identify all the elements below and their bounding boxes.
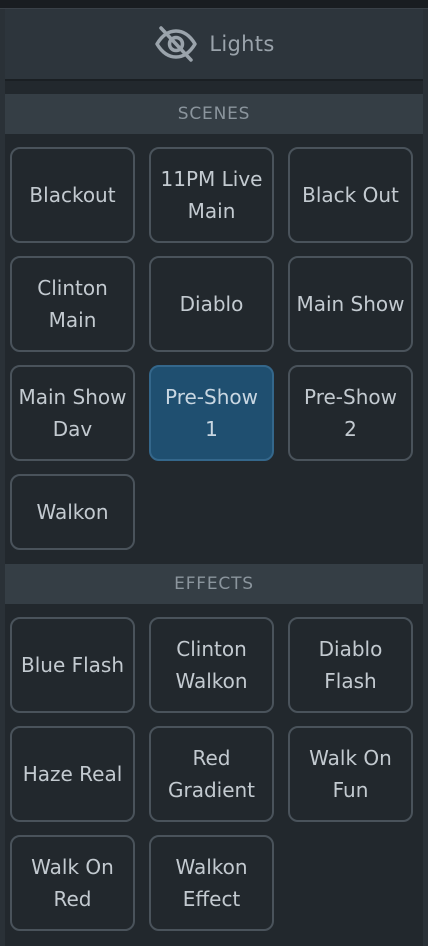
scene-tile[interactable]: Pre-Show 2 (288, 365, 413, 461)
effect-tile[interactable]: Walk On Fun (288, 726, 413, 822)
eye-off-icon[interactable] (153, 24, 199, 64)
scene-tile-active[interactable]: Pre-Show 1 (149, 365, 274, 461)
effect-tile[interactable]: Blue Flash (10, 617, 135, 713)
scenes-section-header: SCENES (5, 94, 423, 134)
scene-tile[interactable]: Blackout (10, 147, 135, 243)
scene-tile[interactable]: Main Show Dav (10, 365, 135, 461)
left-edge (0, 9, 5, 946)
panel-title: Lights (209, 32, 275, 56)
effect-tile[interactable]: Red Gradient (149, 726, 274, 822)
effect-tile[interactable]: Walk On Red (10, 835, 135, 931)
effect-tile[interactable]: Diablo Flash (288, 617, 413, 713)
scene-tile[interactable]: 11PM Live Main (149, 147, 274, 243)
effect-tile[interactable]: Clinton Walkon (149, 617, 274, 713)
effect-tile[interactable]: Haze Real (10, 726, 135, 822)
panel-header[interactable]: Lights (5, 9, 423, 81)
scene-tile[interactable]: Walkon (10, 474, 135, 550)
right-edge (423, 9, 428, 946)
effects-section-header: EFFECTS (5, 564, 423, 604)
lights-panel: Lights SCENES Blackout 11PM Live Main Bl… (0, 0, 428, 946)
top-strip (0, 0, 428, 9)
scene-tile[interactable]: Diablo (149, 256, 274, 352)
scene-tile[interactable]: Main Show (288, 256, 413, 352)
scene-tile[interactable]: Black Out (288, 147, 413, 243)
effect-tile[interactable]: Walkon Effect (149, 835, 274, 931)
scene-tile[interactable]: Clinton Main (10, 256, 135, 352)
